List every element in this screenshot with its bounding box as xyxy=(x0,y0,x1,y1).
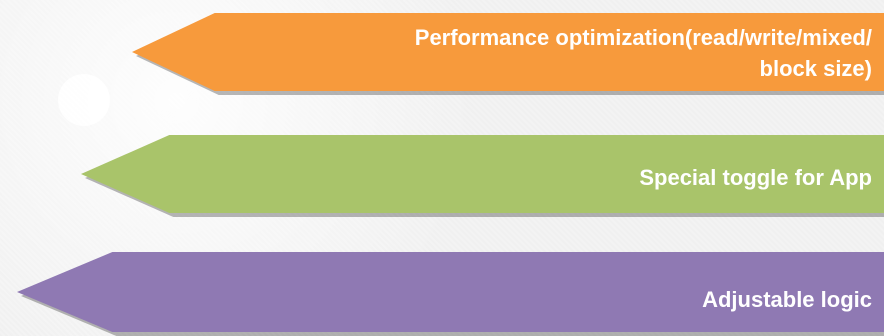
arrow-label: Special toggle for App xyxy=(639,156,872,193)
arrow-label-line: Performance optimization(read/write/mixe… xyxy=(414,25,872,50)
arrow-label: Adjustable logic xyxy=(702,270,872,315)
arrow-label: Performance optimization(read/write/mixe… xyxy=(415,20,872,84)
arrow-adjustable-logic: Adjustable logic xyxy=(17,252,884,332)
arrow-label-line: Special toggle for App xyxy=(639,164,872,190)
arrow-performance-optimization: Performance optimization(read/write/mixe… xyxy=(132,13,884,91)
arrow-label-line: Adjustable logic xyxy=(702,286,872,312)
background-decoration xyxy=(58,74,110,126)
arrow-label-line: block size) xyxy=(759,56,872,81)
arrow-special-toggle: Special toggle for App xyxy=(81,135,884,213)
